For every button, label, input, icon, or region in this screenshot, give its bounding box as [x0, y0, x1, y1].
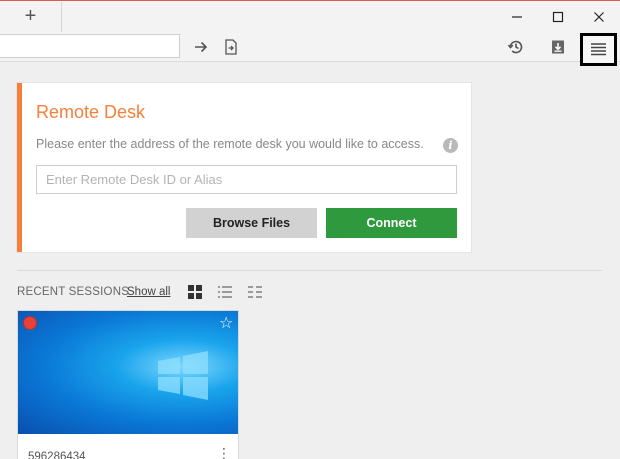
status-offline-icon: [23, 316, 37, 330]
close-icon: [594, 12, 604, 22]
hamburger-icon: [591, 43, 606, 56]
session-id: 596286434: [28, 451, 86, 459]
new-tab-button[interactable]: +: [0, 2, 62, 32]
arrow-right-icon[interactable]: [189, 35, 213, 59]
windows-logo-icon: [158, 351, 208, 400]
minimize-button[interactable]: [497, 2, 537, 32]
grid-view-icon[interactable]: [187, 284, 203, 300]
recent-sessions-label: RECENT SESSIONS: [17, 286, 130, 298]
connect-button[interactable]: Connect: [326, 208, 457, 238]
file-arrow-icon[interactable]: [219, 35, 243, 59]
download-icon[interactable]: [546, 35, 570, 59]
remote-desk-id-input[interactable]: [36, 165, 457, 194]
remote-desk-title: Remote Desk: [36, 102, 146, 122]
list-view-icon[interactable]: [217, 284, 233, 300]
close-button[interactable]: [579, 2, 619, 32]
browse-files-button[interactable]: Browse Files: [186, 208, 317, 238]
address-input[interactable]: [0, 34, 180, 58]
menu-button[interactable]: [580, 33, 617, 66]
session-tile[interactable]: ☆ 596286434 ⋮: [17, 310, 239, 459]
toolbar: [0, 32, 620, 62]
minimize-icon: [512, 16, 522, 18]
show-all-link[interactable]: Show all: [127, 286, 170, 298]
maximize-button[interactable]: [538, 2, 578, 32]
more-options-icon[interactable]: ⋮: [217, 445, 231, 459]
session-thumbnail: ☆: [18, 311, 238, 434]
title-bar: +: [0, 0, 620, 32]
compact-list-icon[interactable]: [247, 284, 263, 300]
maximize-icon: [552, 11, 564, 23]
history-icon[interactable]: [504, 35, 528, 59]
star-icon[interactable]: ☆: [219, 313, 233, 333]
remote-desk-card: Remote Desk Please enter the address of …: [17, 83, 471, 252]
remote-desk-description: Please enter the address of the remote d…: [36, 137, 424, 151]
info-icon[interactable]: i: [443, 138, 458, 153]
section-divider: [17, 270, 602, 271]
